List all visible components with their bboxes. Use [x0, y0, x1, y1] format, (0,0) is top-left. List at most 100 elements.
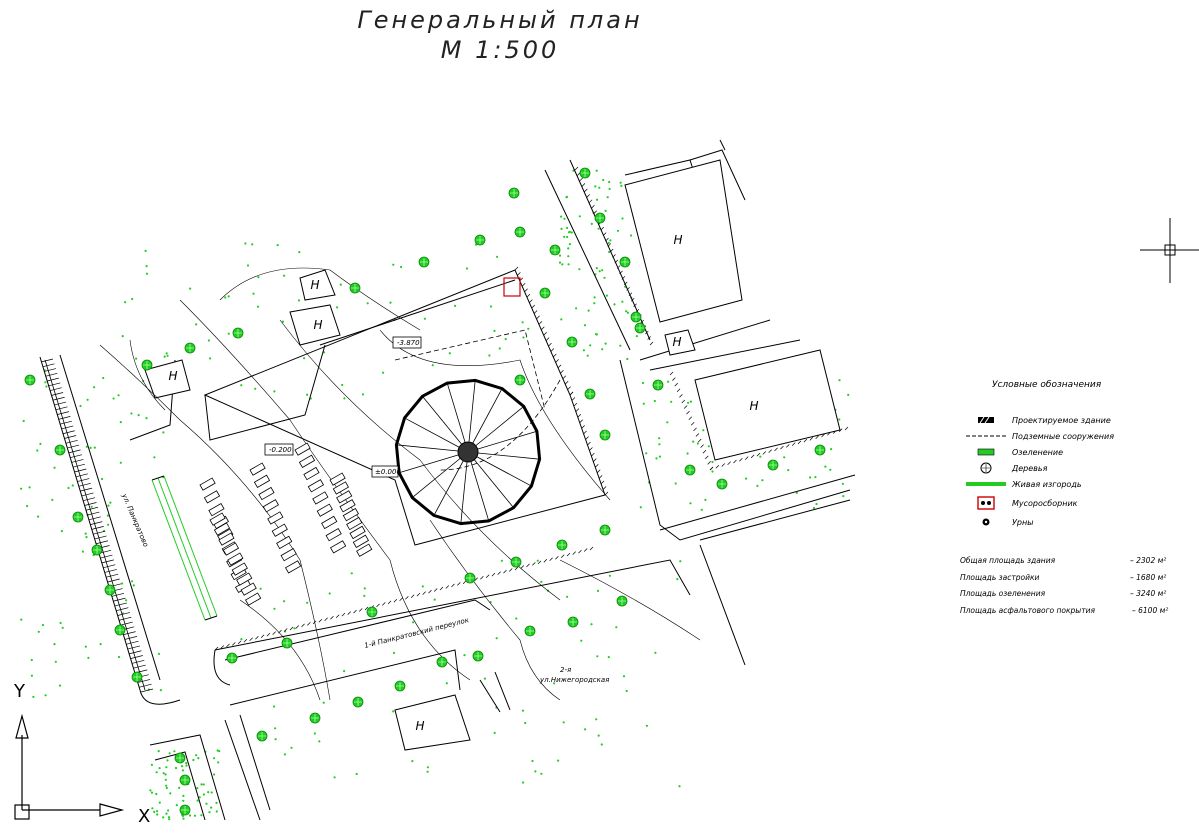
building-label: Н [673, 233, 682, 247]
building-label: Н [313, 318, 322, 332]
legend-item: Подземные сооружения [960, 428, 1195, 444]
ucs-axes-icon [14, 713, 125, 820]
car [285, 560, 302, 574]
elevation-label: -0.200 [269, 446, 292, 454]
legend: Условные обозначения Проектируемое здани… [960, 380, 1195, 530]
tree-icon [584, 388, 596, 400]
car [267, 511, 284, 525]
tree-icon [594, 212, 606, 224]
tree-icon [684, 464, 696, 476]
tree-icon [436, 656, 448, 668]
legend-item: Деревья [960, 460, 1195, 476]
car [312, 491, 329, 505]
legend-item: Урны [960, 514, 1195, 530]
tree-icon [141, 359, 153, 371]
tree-icon [472, 650, 484, 662]
car [298, 454, 316, 468]
hatched-sidewalk [44, 359, 146, 691]
street-label: 2-я [560, 666, 571, 674]
car [245, 592, 262, 606]
projected-building [394, 378, 542, 526]
street-label: ул.Нижегородская [539, 676, 609, 684]
tree-icon [508, 187, 520, 199]
tree-icon [539, 287, 551, 299]
car [321, 515, 338, 530]
tree-icon [514, 374, 526, 386]
car [307, 479, 325, 493]
car [199, 477, 216, 491]
car [303, 466, 320, 481]
tree-icon [179, 804, 191, 816]
tree-icon [179, 774, 191, 786]
legend-title: Условные обозначения [992, 380, 1102, 390]
car [258, 486, 275, 501]
tree-icon [394, 680, 406, 692]
tree-icon [24, 374, 36, 386]
tree-icon [72, 511, 84, 523]
tree-icon [91, 544, 103, 556]
building-label: Н [415, 719, 424, 733]
building-label: Н [310, 278, 319, 292]
tree-icon [514, 226, 526, 238]
street-label: ул. Панкратово [120, 492, 150, 548]
car [203, 490, 221, 504]
urn-icon [982, 518, 990, 526]
car [330, 540, 347, 554]
tree-icon [524, 625, 536, 637]
tree-icon [256, 730, 268, 742]
tree-icon [349, 282, 361, 294]
building-label: Н [168, 369, 177, 383]
axis-y-label: Y [13, 681, 26, 702]
legend-item: Проектируемое здание [960, 412, 1195, 428]
tree-icon [716, 478, 728, 490]
tree-icon [630, 311, 642, 323]
tree-icon [579, 167, 591, 179]
tree-icon [814, 444, 826, 456]
tree-icon [652, 379, 664, 391]
tree-icon [114, 624, 126, 636]
building-label: Н [672, 335, 681, 349]
tree-icon [131, 671, 143, 683]
dashed-line-icon [966, 435, 1006, 437]
tree-icon [309, 712, 321, 724]
car [262, 499, 280, 513]
tree-icon [464, 572, 476, 584]
tree-icon [980, 462, 992, 474]
tree-icon [184, 342, 196, 354]
car [316, 503, 333, 517]
car [280, 548, 297, 562]
greenery-icon [977, 448, 995, 456]
tree-icon [281, 637, 293, 649]
tree-icon [566, 336, 578, 348]
elevation-label: -3.870 [397, 339, 420, 347]
tree-icon [599, 524, 611, 536]
car [276, 535, 293, 550]
tree-icon [418, 256, 430, 268]
hedge-icon [966, 482, 1006, 486]
car [253, 474, 271, 488]
legend-item: Мусоросборник [960, 492, 1195, 514]
axis-x-label: X [138, 806, 150, 827]
site-boundary [203, 269, 606, 546]
tree-icon [767, 459, 779, 471]
crosshair-icon [1140, 218, 1199, 283]
street-label: 1-й Панкратовский переулок [364, 616, 471, 650]
tree-icon [510, 556, 522, 568]
tree-icon [599, 429, 611, 441]
tree-icon [474, 234, 486, 246]
tree-icon [366, 606, 378, 618]
legend-item: Озеленение [960, 444, 1195, 460]
garbage-bin-icon [977, 496, 995, 510]
tree-icon [226, 652, 238, 664]
tree-icon [174, 752, 186, 764]
building-label: Н [749, 399, 758, 413]
tree-icon [104, 584, 116, 596]
tree-icon [634, 322, 646, 334]
car [249, 462, 266, 476]
elevation-label: ±0.000 [375, 468, 401, 476]
car [325, 528, 342, 542]
tree-icon [556, 539, 568, 551]
tree-icon [54, 444, 66, 456]
parking-lot [199, 442, 373, 606]
tree-icon [549, 244, 561, 256]
